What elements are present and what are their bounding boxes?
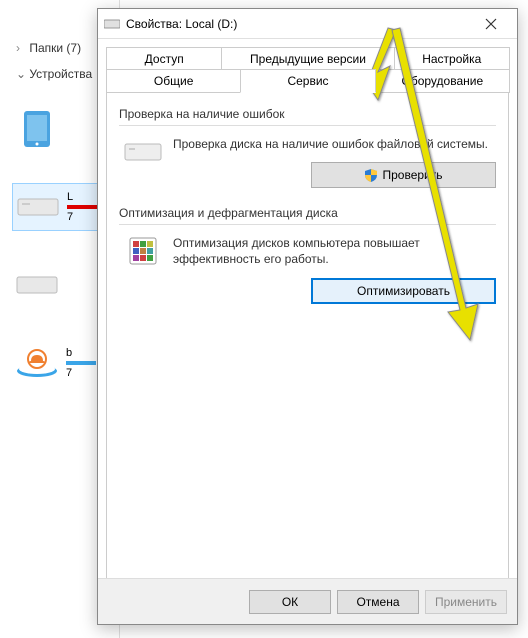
group-optimize: Оптимизация и дефрагментация диска Оптим… <box>119 206 496 303</box>
button-label: Проверить <box>382 168 442 182</box>
drive-icon <box>13 187 63 227</box>
tab-customize[interactable]: Настройка <box>394 47 510 70</box>
drive-item-cloud[interactable]: b 7 <box>12 339 107 387</box>
drive-usage-bar <box>66 361 96 365</box>
divider <box>119 224 496 225</box>
tab-tools[interactable]: Сервис <box>240 69 375 93</box>
drive-item-tablet[interactable] <box>12 105 107 153</box>
ok-button[interactable]: ОК <box>249 590 331 614</box>
tab-hardware[interactable]: Оборудование <box>375 69 510 93</box>
tab-access[interactable]: Доступ <box>106 47 222 70</box>
tab-content-tools: Проверка на наличие ошибок Проверка диск… <box>106 92 509 582</box>
drives-list: L 7 b 7 <box>12 105 107 417</box>
dialog-footer: ОК Отмена Применить <box>98 578 517 624</box>
dialog-titlebar: Свойства: Local (D:) <box>98 9 517 39</box>
close-icon <box>485 18 497 30</box>
optimize-button[interactable]: Оптимизировать <box>311 278 496 304</box>
drive-item-2[interactable] <box>12 261 107 309</box>
properties-dialog: Свойства: Local (D:) Доступ Предыдущие в… <box>97 8 518 625</box>
tab-previous-versions[interactable]: Предыдущие версии <box>221 47 394 70</box>
drive-sub: 7 <box>67 211 97 223</box>
divider <box>119 125 496 126</box>
dialog-title: Свойства: Local (D:) <box>126 17 471 31</box>
chevron-down-icon: ⌄ <box>16 67 26 81</box>
close-button[interactable] <box>471 10 511 38</box>
drive-icon <box>123 136 163 168</box>
tab-strip: Доступ Предыдущие версии Настройка Общие… <box>106 47 509 92</box>
tab-general[interactable]: Общие <box>106 69 241 93</box>
apply-button[interactable]: Применить <box>425 590 507 614</box>
group-title: Проверка на наличие ошибок <box>119 107 496 121</box>
drive-usage-bar <box>67 205 97 209</box>
drive-label: b <box>66 347 96 359</box>
group-description: Проверка диска на наличие ошибок файлово… <box>173 136 496 152</box>
group-title: Оптимизация и дефрагментация диска <box>119 206 496 220</box>
nav-devices-label: Устройства <box>29 67 92 81</box>
cancel-button[interactable]: Отмена <box>337 590 419 614</box>
drive-icon <box>104 16 120 32</box>
drive-label: L <box>67 191 97 203</box>
button-label: Оптимизировать <box>357 284 450 298</box>
group-error-checking: Проверка на наличие ошибок Проверка диск… <box>119 107 496 188</box>
drive-sub: 7 <box>66 367 96 379</box>
shield-icon <box>364 168 378 182</box>
tablet-icon <box>12 109 62 149</box>
drive-icon <box>12 265 62 305</box>
drive-item-local-d[interactable]: L 7 <box>12 183 107 231</box>
nav-folders-label: Папки (7) <box>29 41 81 55</box>
defrag-icon <box>123 235 163 267</box>
cloud-drive-icon <box>12 343 62 383</box>
check-button[interactable]: Проверить <box>311 162 496 188</box>
group-description: Оптимизация дисков компьютера повышает э… <box>173 235 496 267</box>
chevron-right-icon: › <box>16 41 26 55</box>
